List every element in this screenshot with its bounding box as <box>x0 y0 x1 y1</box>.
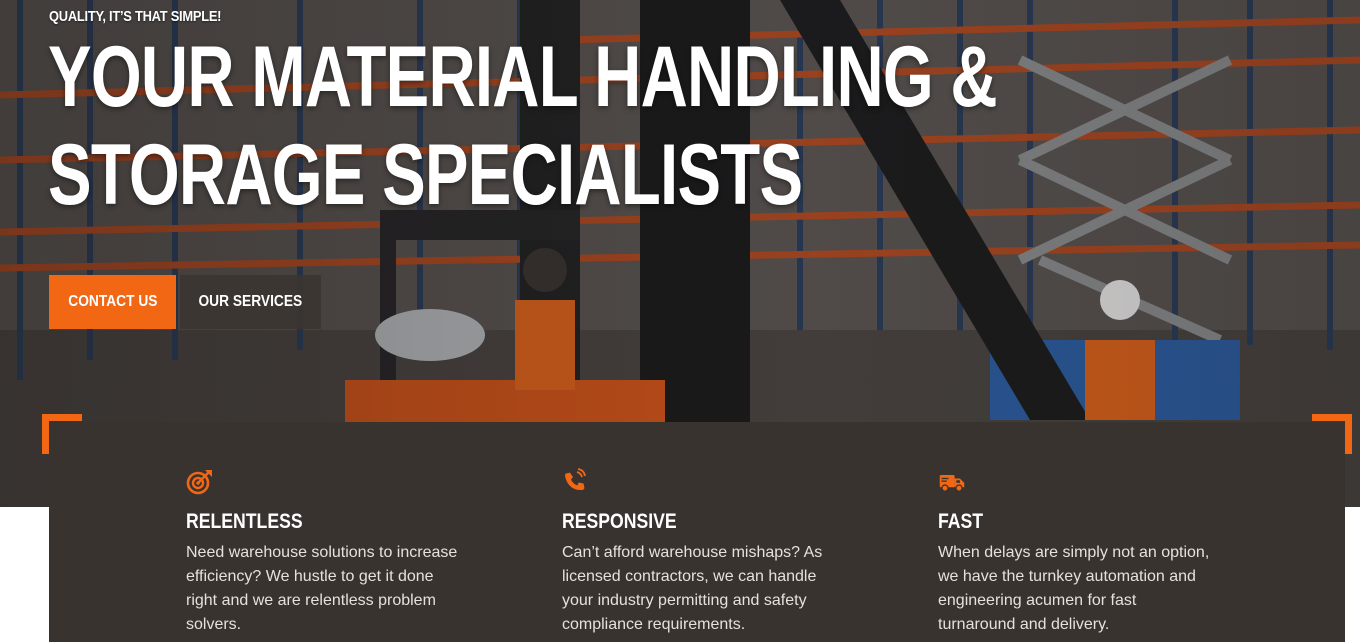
hero-eyebrow: QUALITY, IT’S THAT SIMPLE! <box>49 8 222 25</box>
phone-volume-icon <box>565 468 586 491</box>
feature-text: Need warehouse solutions to increase eff… <box>186 544 458 633</box>
features-card: RELENTLESS Need warehouse solutions to i… <box>49 422 1345 642</box>
feature-title: FAST <box>938 510 984 533</box>
feature-text: When delays are simply not an option, we… <box>938 544 1210 633</box>
feature-fast: FAST When delays are simply not an optio… <box>938 468 1218 637</box>
feature-responsive: RESPONSIVE Can’t afford warehouse mishap… <box>562 468 842 637</box>
our-services-button[interactable]: OUR SERVICES <box>180 275 321 329</box>
feature-title: RELENTLESS <box>186 510 303 533</box>
delivery-truck-icon <box>939 475 965 492</box>
target-icon <box>186 470 212 495</box>
feature-text: Can’t afford warehouse mishaps? As licen… <box>562 544 823 633</box>
our-services-label: OUR SERVICES <box>198 293 303 310</box>
contact-us-button[interactable]: CONTACT US <box>49 275 176 329</box>
hero-headline-line2: STORAGE SPECIALISTS <box>48 127 803 223</box>
contact-us-label: CONTACT US <box>67 293 158 310</box>
feature-relentless: RELENTLESS Need warehouse solutions to i… <box>186 468 466 637</box>
feature-title: RESPONSIVE <box>562 510 677 533</box>
hero-headline-line1: YOUR MATERIAL HANDLING & <box>48 29 998 125</box>
hero-headline: YOUR MATERIAL HANDLING & STORAGE SPECIAL… <box>48 28 998 224</box>
